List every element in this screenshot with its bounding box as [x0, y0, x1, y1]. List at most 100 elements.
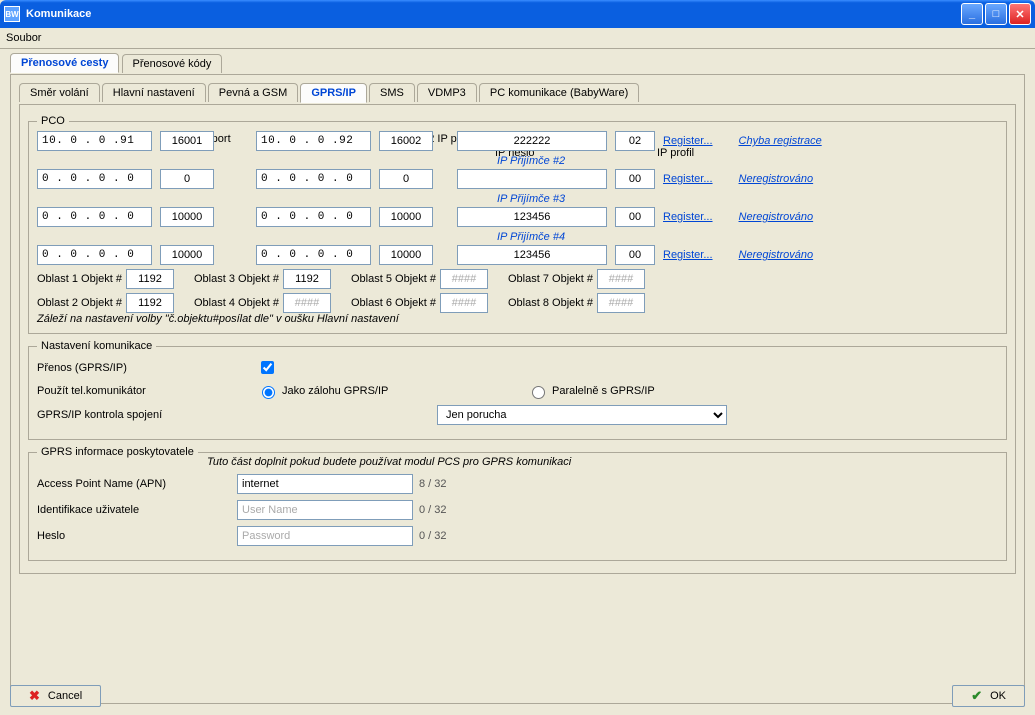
subtab-dial-direction[interactable]: Směr volání: [19, 83, 100, 102]
recv3-profile[interactable]: [615, 207, 655, 227]
ok-icon: ✔: [971, 688, 982, 704]
recv2-profile[interactable]: [615, 169, 655, 189]
recv3-wan2-ip[interactable]: [256, 207, 371, 227]
recv1-status[interactable]: Chyba registrace: [739, 135, 822, 147]
area1-value[interactable]: [126, 269, 174, 289]
subtab-fixed-gsm[interactable]: Pevná a GSM: [208, 83, 298, 102]
area6-value[interactable]: [440, 293, 488, 313]
area5-value[interactable]: [440, 269, 488, 289]
hdr-ip-profile: IP profil: [657, 147, 717, 159]
area4-label: Oblast 4 Objekt #: [194, 297, 279, 309]
area7-value[interactable]: [597, 269, 645, 289]
recv3-pw[interactable]: [457, 207, 607, 227]
supervision-select[interactable]: Jen porucha: [437, 405, 727, 425]
radio-backup[interactable]: [262, 386, 275, 399]
minimize-button[interactable]: _: [961, 3, 983, 25]
recv4-pw[interactable]: [457, 245, 607, 265]
recv4-register[interactable]: Register...: [663, 249, 713, 261]
recv4-wan1-ip[interactable]: [37, 245, 152, 265]
apn-label: Access Point Name (APN): [37, 478, 237, 490]
recv1-wan2-port[interactable]: [379, 131, 433, 151]
radio-parallel-label: Paralelně s GPRS/IP: [552, 385, 655, 397]
subtab-pc-comm[interactable]: PC komunikace (BabyWare): [479, 83, 639, 102]
recv4-wan1-port[interactable]: [160, 245, 214, 265]
group-comm-settings: Nastavení komunikace Přenos (GPRS/IP) Po…: [28, 340, 1007, 440]
gprs-legend: GPRS informace poskytovatele: [37, 446, 198, 458]
recv4-status[interactable]: Neregistrováno: [739, 249, 814, 261]
tab-paths[interactable]: Přenosové cesty: [10, 53, 119, 73]
comm-legend: Nastavení komunikace: [37, 340, 156, 352]
app-icon: BW: [4, 6, 20, 22]
radio-backup-label: Jako zálohu GPRS/IP: [282, 385, 388, 397]
recv3-wan2-port[interactable]: [379, 207, 433, 227]
recv3-wan1-ip[interactable]: [37, 207, 152, 227]
recv1-pw[interactable]: [457, 131, 607, 151]
titlebar: BW Komunikace _ □ ✕: [0, 0, 1035, 28]
pco-legend: PCO: [37, 115, 69, 127]
area5-label: Oblast 5 Objekt #: [351, 273, 436, 285]
recv2-register[interactable]: Register...: [663, 173, 713, 185]
recv4-profile[interactable]: [615, 245, 655, 265]
transfer-checkbox[interactable]: [261, 361, 274, 374]
tab-codes[interactable]: Přenosové kódy: [122, 54, 223, 73]
recv1-wan2-ip[interactable]: [256, 131, 371, 151]
radio-parallel[interactable]: [532, 386, 545, 399]
apn-count: 8 / 32: [419, 478, 447, 490]
user-count: 0 / 32: [419, 504, 447, 516]
use-tel-label: Použít tel.komunikátor: [37, 385, 257, 397]
subtab-gprs-ip[interactable]: GPRS/IP: [300, 83, 367, 103]
close-button[interactable]: ✕: [1009, 3, 1031, 25]
area8-value[interactable]: [597, 293, 645, 313]
recv2-pw[interactable]: [457, 169, 607, 189]
receiver-3-header: IP Přijímče #3: [497, 193, 998, 205]
recv2-wan1-port[interactable]: [160, 169, 214, 189]
subtab-main-settings[interactable]: Hlavní nastavení: [102, 83, 206, 102]
area6-label: Oblast 6 Objekt #: [351, 297, 436, 309]
recv1-register[interactable]: Register...: [663, 135, 713, 147]
area4-value[interactable]: [283, 293, 331, 313]
menu-file[interactable]: Soubor: [6, 32, 41, 44]
recv3-register[interactable]: Register...: [663, 211, 713, 223]
sub-tab-row: Směr volání Hlavní nastavení Pevná a GSM…: [19, 83, 1016, 105]
pw-count: 0 / 32: [419, 530, 447, 542]
main-tab-row: Přenosové cesty Přenosové kódy: [10, 53, 1025, 75]
area7-label: Oblast 7 Objekt #: [508, 273, 593, 285]
ok-button[interactable]: ✔ OK: [952, 685, 1025, 707]
recv2-wan1-ip[interactable]: [37, 169, 152, 189]
recv4-wan2-port[interactable]: [379, 245, 433, 265]
area3-value[interactable]: [283, 269, 331, 289]
cancel-button[interactable]: ✖ Cancel: [10, 685, 101, 707]
recv2-wan2-ip[interactable]: [256, 169, 371, 189]
area2-value[interactable]: [126, 293, 174, 313]
receiver-4-header: IP Přijímče #4: [497, 231, 998, 243]
group-pco: PCO WAN1 IP adresa WAN1 IP port WAN2 IP …: [28, 115, 1007, 334]
cancel-icon: ✖: [29, 688, 40, 704]
pw-label: Heslo: [37, 530, 237, 542]
subtab-vdmp3[interactable]: VDMP3: [417, 83, 477, 102]
pw-input[interactable]: [237, 526, 413, 546]
recv2-status[interactable]: Neregistrováno: [739, 173, 814, 185]
maximize-button[interactable]: □: [985, 3, 1007, 25]
menubar: Soubor: [0, 28, 1035, 49]
recv1-wan1-ip[interactable]: [37, 131, 152, 151]
area1-label: Oblast 1 Objekt #: [37, 273, 122, 285]
recv3-status[interactable]: Neregistrováno: [739, 211, 814, 223]
recv1-wan1-port[interactable]: [160, 131, 214, 151]
recv3-wan1-port[interactable]: [160, 207, 214, 227]
subtab-sms[interactable]: SMS: [369, 83, 415, 102]
apn-input[interactable]: [237, 474, 413, 494]
cancel-label: Cancel: [48, 690, 82, 702]
recv1-profile[interactable]: [615, 131, 655, 151]
supervision-label: GPRS/IP kontrola spojení: [37, 409, 437, 421]
user-label: Identifikace uživatele: [37, 504, 237, 516]
area8-label: Oblast 8 Objekt #: [508, 297, 593, 309]
gprs-note: Tuto část doplnit pokud budete používat …: [207, 456, 998, 468]
user-input[interactable]: [237, 500, 413, 520]
area3-label: Oblast 3 Objekt #: [194, 273, 279, 285]
area-note: Záleží na nastavení volby "č.objektu#pos…: [37, 313, 998, 325]
recv4-wan2-ip[interactable]: [256, 245, 371, 265]
recv2-wan2-port[interactable]: [379, 169, 433, 189]
ok-label: OK: [990, 690, 1006, 702]
area2-label: Oblast 2 Objekt #: [37, 297, 122, 309]
transfer-label: Přenos (GPRS/IP): [37, 362, 257, 374]
